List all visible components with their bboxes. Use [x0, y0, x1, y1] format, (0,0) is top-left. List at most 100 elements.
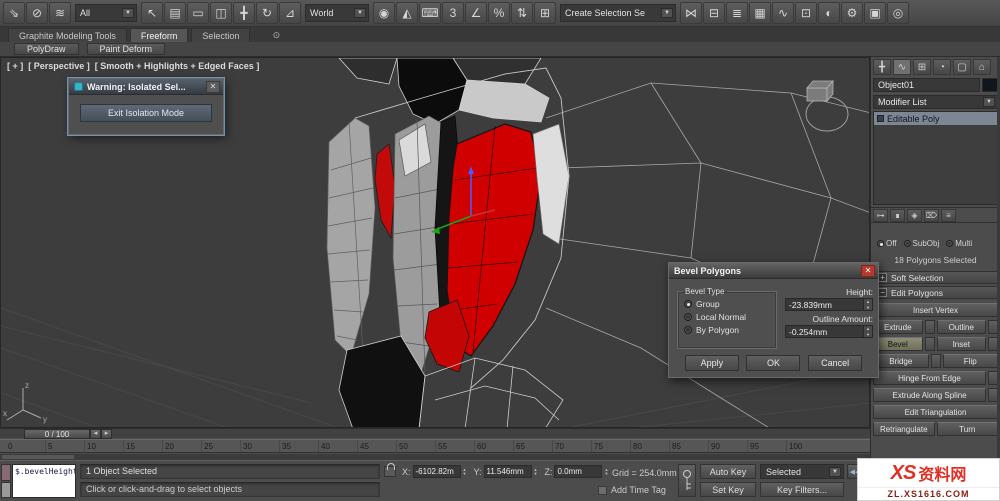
- stack-item-editable-poly[interactable]: Editable Poly: [874, 112, 997, 125]
- pin-stack-icon[interactable]: ⊶: [873, 208, 888, 222]
- radio-icon[interactable]: [684, 313, 692, 321]
- ribbon-panel-polydraw[interactable]: PolyDraw: [14, 43, 79, 55]
- bridge-button[interactable]: Bridge: [873, 354, 929, 368]
- keyboard-override-icon[interactable]: ⌨: [419, 2, 441, 24]
- add-time-tag[interactable]: Add Time Tag: [598, 485, 666, 495]
- select-and-link-icon[interactable]: ⇘: [3, 2, 25, 24]
- flip-button[interactable]: Flip: [942, 354, 998, 368]
- close-icon[interactable]: ✕: [861, 264, 875, 277]
- y-coordinate-field[interactable]: 11.546mm: [483, 465, 532, 478]
- auto-key-button[interactable]: Auto Key: [700, 464, 756, 479]
- listener-channel[interactable]: [1, 481, 11, 498]
- scrollbar-thumb[interactable]: [2, 455, 74, 459]
- selection-lock-toggle-icon[interactable]: [384, 463, 396, 477]
- rollout-edit-polygons[interactable]: − Edit Polygons: [873, 286, 998, 299]
- turn-button[interactable]: Turn: [936, 422, 998, 436]
- motion-tab-icon[interactable]: ◔: [933, 59, 951, 75]
- render-setup-icon[interactable]: ⚙: [841, 2, 863, 24]
- outline-button[interactable]: Outline: [936, 320, 986, 334]
- bind-to-space-warp-icon[interactable]: ≋: [49, 2, 71, 24]
- ribbon-tab-selection[interactable]: Selection: [191, 28, 251, 42]
- radio-icon[interactable]: [684, 300, 692, 308]
- viewport-menu-view[interactable]: [ Perspective ]: [28, 61, 90, 71]
- object-color-swatch[interactable]: [982, 78, 998, 92]
- modify-tab-icon[interactable]: ∿: [893, 59, 911, 75]
- create-tab-icon[interactable]: ╋: [873, 59, 891, 75]
- cancel-button[interactable]: Cancel: [808, 355, 863, 371]
- bevel-type-group[interactable]: Group: [684, 299, 770, 309]
- modifier-stack[interactable]: Editable Poly: [873, 111, 998, 205]
- snaps-toggle-icon[interactable]: 3: [442, 2, 464, 24]
- retriangulate-button[interactable]: Retriangulate: [873, 422, 935, 436]
- unlink-selection-icon[interactable]: ⊘: [26, 2, 48, 24]
- next-frame-arrow-icon[interactable]: ▸: [101, 429, 112, 439]
- spinner-icon[interactable]: ▲ ▼: [863, 326, 872, 337]
- preview-selection-multi[interactable]: Multi: [946, 239, 972, 248]
- hierarchy-tab-icon[interactable]: ⊞: [913, 59, 931, 75]
- layer-manager-icon[interactable]: ≣: [726, 2, 748, 24]
- selected-polygon-sliver[interactable]: [374, 143, 396, 240]
- maxscript-mini-listener[interactable]: $.bevelHeight: [12, 464, 76, 498]
- mini-listener-channels[interactable]: [1, 464, 11, 498]
- time-slider[interactable]: 0 / 100: [24, 429, 90, 439]
- use-pivot-center-icon[interactable]: ◉: [373, 2, 395, 24]
- viewport-menu-plus[interactable]: [ + ]: [7, 61, 23, 71]
- window-crossing-icon[interactable]: ◫: [210, 2, 232, 24]
- angle-snap-icon[interactable]: ∠: [465, 2, 487, 24]
- material-editor-icon[interactable]: ◐: [818, 2, 840, 24]
- spinner-icon[interactable]: ▲ ▼: [534, 467, 538, 476]
- z-coordinate-field[interactable]: 0.0mm: [554, 465, 603, 478]
- inset-button[interactable]: Inset: [936, 337, 986, 351]
- track-bar[interactable]: 0 5 10 15 20 25 30 35 40 45 50 55 60 65 70 75 80 85 90 95 10…: [0, 439, 870, 453]
- radio-icon[interactable]: [877, 240, 884, 247]
- selection-set-dropdown[interactable]: Selected ▼: [760, 464, 844, 479]
- spinner-icon[interactable]: ▲ ▼: [463, 467, 467, 476]
- bevel-button[interactable]: Bevel: [873, 337, 923, 351]
- set-key-button[interactable]: Set Key: [700, 482, 756, 497]
- make-unique-icon[interactable]: ◈: [907, 208, 922, 222]
- display-tab-icon[interactable]: ▢: [953, 59, 971, 75]
- reference-coordinate-dropdown[interactable]: World ▼: [305, 4, 369, 22]
- spinner-icon[interactable]: ▲ ▼: [604, 467, 608, 476]
- preview-selection-subobj[interactable]: SubObj: [903, 239, 939, 248]
- hinge-from-edge-button[interactable]: Hinge From Edge: [873, 371, 986, 385]
- extrude-button[interactable]: Extrude: [873, 320, 923, 334]
- named-selection-sets-dropdown[interactable]: Create Selection Se ▼: [560, 4, 676, 22]
- outline-amount-spinner[interactable]: -0.254mm ▲ ▼: [785, 325, 873, 338]
- select-and-scale-icon[interactable]: ⊿: [279, 2, 301, 24]
- radio-icon[interactable]: [946, 240, 954, 247]
- bevel-type-local-normal[interactable]: Local Normal: [684, 312, 770, 322]
- radio-icon[interactable]: [903, 240, 911, 247]
- x-coordinate-field[interactable]: -6102.82m: [412, 465, 461, 478]
- ribbon-minimize-icon[interactable]: ⊙: [269, 29, 283, 42]
- bridge-settings-icon[interactable]: [930, 354, 941, 368]
- edit-named-selection-sets-icon[interactable]: ⊞: [534, 2, 556, 24]
- extrude-along-spline-button[interactable]: Extrude Along Spline: [873, 388, 986, 402]
- warning-dialog-titlebar[interactable]: Warning: Isolated Sel... ✕: [69, 79, 223, 95]
- rollout-soft-selection[interactable]: + Soft Selection: [873, 271, 998, 284]
- ribbon-tab-graphite-modeling-tools[interactable]: Graphite Modeling Tools: [8, 28, 127, 42]
- spinner-icon[interactable]: ▲ ▼: [863, 299, 872, 310]
- rendered-frame-icon[interactable]: ▣: [864, 2, 886, 24]
- extrude-settings-icon[interactable]: [924, 320, 935, 334]
- remove-modifier-icon[interactable]: ⌦: [924, 208, 939, 222]
- select-and-manipulate-icon[interactable]: ◭: [396, 2, 418, 24]
- select-and-move-icon[interactable]: ╋: [233, 2, 255, 24]
- close-icon[interactable]: ✕: [206, 80, 220, 93]
- insert-vertex-button[interactable]: Insert Vertex: [873, 303, 998, 317]
- curve-editor-icon[interactable]: ∿: [772, 2, 794, 24]
- percent-snap-icon[interactable]: %: [488, 2, 510, 24]
- selection-region-icon[interactable]: ▭: [187, 2, 209, 24]
- height-spinner[interactable]: -23.839mm ▲ ▼: [785, 298, 873, 311]
- ribbon-tab-freeform[interactable]: Freeform: [129, 28, 189, 42]
- bevel-settings-icon[interactable]: [924, 337, 935, 351]
- select-by-name-icon[interactable]: ▤: [164, 2, 186, 24]
- time-slider-track[interactable]: 0 / 100 ◂ ▸: [0, 428, 870, 439]
- preview-selection-off[interactable]: Off: [877, 239, 897, 248]
- object-name-field[interactable]: Object01: [873, 78, 980, 92]
- select-object-icon[interactable]: ↖: [141, 2, 163, 24]
- spinner-snap-icon[interactable]: ⇅: [511, 2, 533, 24]
- align-icon[interactable]: ⊟: [703, 2, 725, 24]
- apply-button[interactable]: Apply: [684, 355, 739, 371]
- configure-modifier-sets-icon[interactable]: ≡: [941, 208, 956, 222]
